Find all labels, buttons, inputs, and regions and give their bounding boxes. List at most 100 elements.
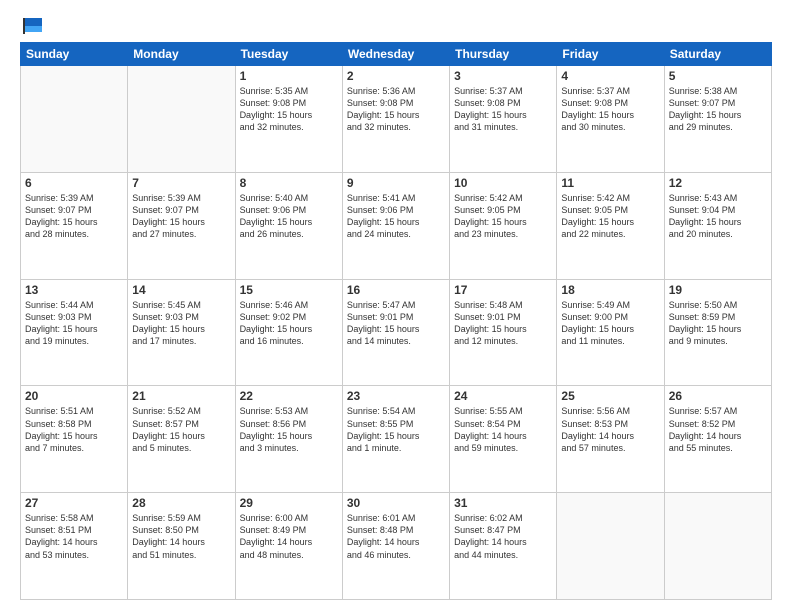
calendar-cell: 29 Sunrise: 6:00 AM Sunset: 8:49 PM Dayli… xyxy=(235,493,342,600)
day-number: 18 xyxy=(561,283,659,297)
day-number: 15 xyxy=(240,283,338,297)
calendar-cell: 2 Sunrise: 5:36 AM Sunset: 9:08 PM Daylig… xyxy=(342,66,449,173)
calendar-week-row-5: 27 Sunrise: 5:58 AM Sunset: 8:51 PM Dayli… xyxy=(21,493,772,600)
day-info: Sunrise: 5:59 AM Sunset: 8:50 PM Dayligh… xyxy=(132,512,230,561)
day-number: 31 xyxy=(454,496,552,510)
day-info: Sunrise: 5:39 AM Sunset: 9:07 PM Dayligh… xyxy=(132,192,230,241)
calendar-cell: 19Sunrise: 5:50 AM Sunset: 8:59 PM Dayli… xyxy=(664,279,771,386)
calendar-cell: 20 Sunrise: 5:51 AM Sunset: 8:58 PM Dayli… xyxy=(21,386,128,493)
calendar-cell: 27 Sunrise: 5:58 AM Sunset: 8:51 PM Dayli… xyxy=(21,493,128,600)
logo xyxy=(20,16,44,34)
day-info: Sunrise: 5:57 AM Sunset: 8:52 PM Dayligh… xyxy=(669,405,767,454)
day-number: 4 xyxy=(561,69,659,83)
day-info: Sunrise: 5:51 AM Sunset: 8:58 PM Dayligh… xyxy=(25,405,123,454)
day-info: Sunrise: 5:52 AM Sunset: 8:57 PM Dayligh… xyxy=(132,405,230,454)
calendar-week-row-1: 1 Sunrise: 5:35 AM Sunset: 9:08 PM Daylig… xyxy=(21,66,772,173)
day-number: 9 xyxy=(347,176,445,190)
calendar-header-thursday: Thursday xyxy=(450,43,557,66)
day-number: 17 xyxy=(454,283,552,297)
day-info: Sunrise: 5:42 AM Sunset: 9:05 PM Dayligh… xyxy=(454,192,552,241)
day-info: Sunrise: 6:00 AM Sunset: 8:49 PM Dayligh… xyxy=(240,512,338,561)
calendar-cell: 8Sunrise: 5:40 AM Sunset: 9:06 PM Daylig… xyxy=(235,172,342,279)
calendar-cell xyxy=(21,66,128,173)
calendar-cell: 10 Sunrise: 5:42 AM Sunset: 9:05 PM Dayli… xyxy=(450,172,557,279)
calendar-cell: 23 Sunrise: 5:54 AM Sunset: 8:55 PM Dayli… xyxy=(342,386,449,493)
day-info: Sunrise: 5:43 AM Sunset: 9:04 PM Dayligh… xyxy=(669,192,767,241)
day-info: Sunrise: 6:02 AM Sunset: 8:47 PM Dayligh… xyxy=(454,512,552,561)
calendar-cell: 18 Sunrise: 5:49 AM Sunset: 9:00 PM Dayli… xyxy=(557,279,664,386)
day-info: Sunrise: 5:35 AM Sunset: 9:08 PM Dayligh… xyxy=(240,85,338,134)
day-number: 11 xyxy=(561,176,659,190)
calendar-cell: 22Sunrise: 5:53 AM Sunset: 8:56 PM Dayli… xyxy=(235,386,342,493)
calendar-cell xyxy=(557,493,664,600)
calendar-cell: 3 Sunrise: 5:37 AM Sunset: 9:08 PM Daylig… xyxy=(450,66,557,173)
calendar-cell: 21 Sunrise: 5:52 AM Sunset: 8:57 PM Dayli… xyxy=(128,386,235,493)
day-number: 19 xyxy=(669,283,767,297)
day-number: 2 xyxy=(347,69,445,83)
day-number: 14 xyxy=(132,283,230,297)
day-info: Sunrise: 6:01 AM Sunset: 8:48 PM Dayligh… xyxy=(347,512,445,561)
calendar-cell xyxy=(128,66,235,173)
day-info: Sunrise: 5:47 AM Sunset: 9:01 PM Dayligh… xyxy=(347,299,445,348)
day-number: 16 xyxy=(347,283,445,297)
calendar-cell: 31 Sunrise: 6:02 AM Sunset: 8:47 PM Dayli… xyxy=(450,493,557,600)
calendar-cell: 17 Sunrise: 5:48 AM Sunset: 9:01 PM Dayli… xyxy=(450,279,557,386)
day-info: Sunrise: 5:37 AM Sunset: 9:08 PM Dayligh… xyxy=(454,85,552,134)
day-info: Sunrise: 5:41 AM Sunset: 9:06 PM Dayligh… xyxy=(347,192,445,241)
day-number: 12 xyxy=(669,176,767,190)
calendar-cell: 25 Sunrise: 5:56 AM Sunset: 8:53 PM Dayli… xyxy=(557,386,664,493)
calendar-cell: 16 Sunrise: 5:47 AM Sunset: 9:01 PM Dayli… xyxy=(342,279,449,386)
calendar-cell: 9 Sunrise: 5:41 AM Sunset: 9:06 PM Daylig… xyxy=(342,172,449,279)
calendar-header-sunday: Sunday xyxy=(21,43,128,66)
day-number: 23 xyxy=(347,389,445,403)
calendar-week-row-2: 6 Sunrise: 5:39 AM Sunset: 9:07 PM Daylig… xyxy=(21,172,772,279)
calendar-header-monday: Monday xyxy=(128,43,235,66)
day-number: 30 xyxy=(347,496,445,510)
day-number: 3 xyxy=(454,69,552,83)
day-number: 24 xyxy=(454,389,552,403)
calendar-header-friday: Friday xyxy=(557,43,664,66)
day-number: 1 xyxy=(240,69,338,83)
calendar-cell: 28 Sunrise: 5:59 AM Sunset: 8:50 PM Dayli… xyxy=(128,493,235,600)
day-number: 6 xyxy=(25,176,123,190)
day-info: Sunrise: 5:37 AM Sunset: 9:08 PM Dayligh… xyxy=(561,85,659,134)
day-info: Sunrise: 5:46 AM Sunset: 9:02 PM Dayligh… xyxy=(240,299,338,348)
calendar-week-row-4: 20 Sunrise: 5:51 AM Sunset: 8:58 PM Dayli… xyxy=(21,386,772,493)
day-number: 10 xyxy=(454,176,552,190)
header xyxy=(20,16,772,34)
calendar-week-row-3: 13 Sunrise: 5:44 AM Sunset: 9:03 PM Dayli… xyxy=(21,279,772,386)
day-info: Sunrise: 5:58 AM Sunset: 8:51 PM Dayligh… xyxy=(25,512,123,561)
day-number: 13 xyxy=(25,283,123,297)
day-number: 29 xyxy=(240,496,338,510)
day-info: Sunrise: 5:38 AM Sunset: 9:07 PM Dayligh… xyxy=(669,85,767,134)
day-info: Sunrise: 5:56 AM Sunset: 8:53 PM Dayligh… xyxy=(561,405,659,454)
day-info: Sunrise: 5:45 AM Sunset: 9:03 PM Dayligh… xyxy=(132,299,230,348)
day-info: Sunrise: 5:44 AM Sunset: 9:03 PM Dayligh… xyxy=(25,299,123,348)
day-info: Sunrise: 5:48 AM Sunset: 9:01 PM Dayligh… xyxy=(454,299,552,348)
calendar-cell: 6Sunrise: 5:39 AM Sunset: 9:07 PM Daylig… xyxy=(21,172,128,279)
day-number: 21 xyxy=(132,389,230,403)
calendar-header-tuesday: Tuesday xyxy=(235,43,342,66)
calendar-cell: 13 Sunrise: 5:44 AM Sunset: 9:03 PM Dayli… xyxy=(21,279,128,386)
calendar-cell: 30 Sunrise: 6:01 AM Sunset: 8:48 PM Dayli… xyxy=(342,493,449,600)
calendar-table: SundayMondayTuesdayWednesdayThursdayFrid… xyxy=(20,42,772,600)
calendar-cell: 4 Sunrise: 5:37 AM Sunset: 9:08 PM Daylig… xyxy=(557,66,664,173)
day-number: 25 xyxy=(561,389,659,403)
day-number: 27 xyxy=(25,496,123,510)
day-number: 28 xyxy=(132,496,230,510)
day-number: 7 xyxy=(132,176,230,190)
calendar-cell: 1 Sunrise: 5:35 AM Sunset: 9:08 PM Daylig… xyxy=(235,66,342,173)
day-info: Sunrise: 5:36 AM Sunset: 9:08 PM Dayligh… xyxy=(347,85,445,134)
day-number: 8 xyxy=(240,176,338,190)
day-info: Sunrise: 5:54 AM Sunset: 8:55 PM Dayligh… xyxy=(347,405,445,454)
page: SundayMondayTuesdayWednesdayThursdayFrid… xyxy=(0,0,792,612)
day-info: Sunrise: 5:53 AM Sunset: 8:56 PM Dayligh… xyxy=(240,405,338,454)
day-number: 5 xyxy=(669,69,767,83)
day-number: 20 xyxy=(25,389,123,403)
calendar-header-saturday: Saturday xyxy=(664,43,771,66)
day-info: Sunrise: 5:49 AM Sunset: 9:00 PM Dayligh… xyxy=(561,299,659,348)
day-number: 26 xyxy=(669,389,767,403)
logo-flag-icon xyxy=(22,16,44,34)
calendar-header-row: SundayMondayTuesdayWednesdayThursdayFrid… xyxy=(21,43,772,66)
calendar-cell: 11Sunrise: 5:42 AM Sunset: 9:05 PM Dayli… xyxy=(557,172,664,279)
